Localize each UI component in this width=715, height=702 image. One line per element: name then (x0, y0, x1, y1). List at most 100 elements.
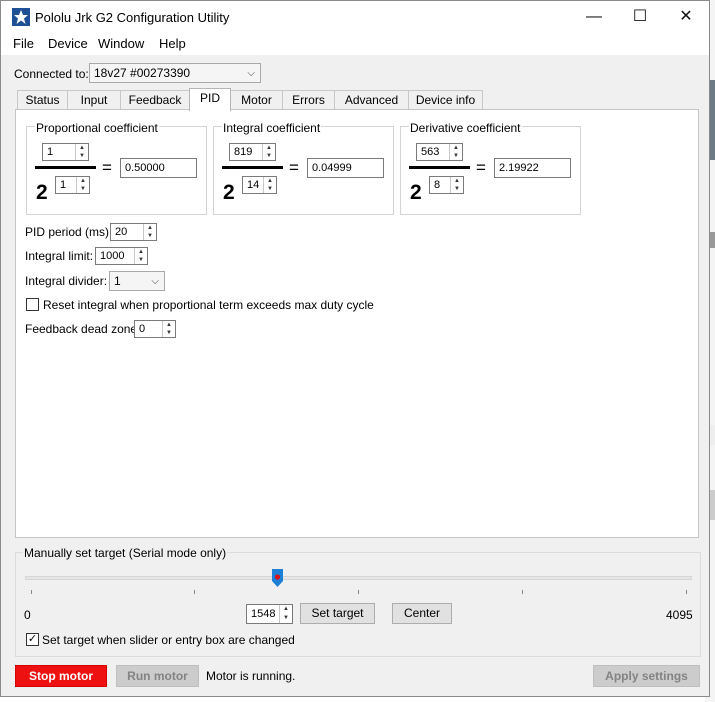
spinner-value: 8 (434, 179, 441, 191)
target-slider-track[interactable] (25, 576, 692, 580)
maximize-icon: ☐ (632, 8, 648, 25)
proportional-exponent-spinner[interactable]: 1 ▲ ▼ (55, 176, 90, 194)
slider-tick (194, 590, 195, 594)
derivative-exponent-spinner[interactable]: 8 ▲ ▼ (429, 176, 464, 194)
arrow-up-icon: ▲ (79, 145, 85, 151)
base-two: 2 (410, 181, 422, 204)
integral-limit-label: Integral limit: (25, 249, 94, 263)
spinner-arrows[interactable]: ▲ ▼ (450, 177, 463, 193)
tab-status[interactable]: Status (17, 90, 68, 111)
spinner-arrows[interactable]: ▲ ▼ (143, 224, 156, 240)
tab-feedback[interactable]: Feedback (120, 90, 190, 111)
stop-motor-button[interactable]: Stop motor (15, 665, 107, 687)
arrow-down-icon: ▼ (79, 153, 85, 159)
derivative-multiplier-spinner[interactable]: 563 ▲ ▼ (416, 143, 463, 161)
arrow-up-icon: ▲ (266, 145, 272, 151)
group-title: Derivative coefficient (409, 121, 522, 135)
integral-divider-label: Integral divider: (25, 274, 108, 288)
slider-tick (358, 590, 359, 594)
spinner-value: 0 (139, 323, 146, 335)
menu-file[interactable]: File (13, 36, 34, 51)
chevron-down-icon: ⌵ (151, 276, 159, 287)
proportional-multiplier-spinner[interactable]: 1 ▲ ▼ (42, 143, 89, 161)
integral-limit-spinner[interactable]: 1000 ▲ ▼ (95, 247, 148, 265)
connected-to-label: Connected to: (14, 67, 89, 81)
motor-status-text: Motor is running. (206, 669, 296, 683)
minimize-icon: — (586, 8, 602, 25)
center-button[interactable]: Center (392, 603, 452, 624)
arrow-down-icon: ▼ (80, 186, 86, 192)
menu-device[interactable]: Device (48, 36, 88, 51)
spinner-value: 14 (247, 179, 260, 191)
target-value-spinner[interactable]: 1548 ▲ ▼ (246, 604, 293, 624)
auto-set-target-checkbox[interactable]: ✓ (26, 633, 39, 646)
tab-input[interactable]: Input (67, 90, 121, 111)
dead-zone-label: Feedback dead zone: (25, 322, 141, 336)
device-select-value: 18v27 #00273390 (94, 66, 191, 80)
equals-sign: = (289, 158, 299, 177)
group-title: Integral coefficient (222, 121, 322, 135)
tab-advanced[interactable]: Advanced (334, 90, 409, 111)
spinner-arrows[interactable]: ▲ ▼ (75, 144, 88, 160)
equals-sign: = (102, 158, 112, 177)
tab-motor[interactable]: Motor (230, 90, 283, 111)
set-target-button[interactable]: Set target (300, 603, 375, 624)
arrow-down-icon: ▼ (453, 153, 459, 159)
run-motor-button[interactable]: Run motor (116, 665, 199, 687)
slider-tick (31, 590, 32, 594)
derivative-result[interactable]: 2.19922 (494, 158, 571, 178)
arrow-down-icon: ▼ (267, 186, 273, 192)
manual-target-title: Manually set target (Serial mode only) (23, 546, 228, 560)
auto-set-target-label: Set target when slider or entry box are … (42, 633, 295, 647)
spinner-arrows[interactable]: ▲ ▼ (162, 321, 175, 337)
base-two: 2 (36, 181, 48, 204)
equals-sign: = (476, 158, 486, 177)
minimize-button[interactable]: — (571, 1, 617, 33)
reset-integral-checkbox[interactable] (26, 298, 39, 311)
spinner-arrows[interactable]: ▲ ▼ (263, 177, 276, 193)
tab-pid[interactable]: PID (189, 88, 231, 111)
arrow-down-icon: ▼ (138, 257, 144, 263)
arrow-down-icon: ▼ (283, 615, 289, 621)
spinner-value: 1 (47, 146, 54, 158)
tab-errors[interactable]: Errors (282, 90, 335, 111)
integral-multiplier-spinner[interactable]: 819 ▲ ▼ (229, 143, 276, 161)
title-bar[interactable]: Pololu Jrk G2 Configuration Utility — ☐ … (1, 1, 709, 33)
proportional-result[interactable]: 0.50000 (120, 158, 197, 178)
maximize-button[interactable]: ☐ (617, 1, 663, 33)
dead-zone-spinner[interactable]: 0 ▲ ▼ (134, 320, 176, 338)
arrow-down-icon: ▼ (147, 233, 153, 239)
spinner-value: 563 (421, 146, 440, 158)
arrow-down-icon: ▼ (166, 330, 172, 336)
tab-device-info[interactable]: Device info (408, 90, 483, 111)
pid-period-spinner[interactable]: 20 ▲ ▼ (110, 223, 157, 241)
spinner-arrows[interactable]: ▲ ▼ (279, 605, 292, 623)
slider-min-label: 0 (24, 608, 31, 622)
arrow-down-icon: ▼ (454, 186, 460, 192)
spinner-value: 1548 (251, 608, 276, 620)
fraction-bar (409, 166, 470, 169)
menu-window[interactable]: Window (98, 36, 144, 51)
close-button[interactable]: ✕ (663, 1, 709, 33)
integral-result[interactable]: 0.04999 (307, 158, 384, 178)
menu-bar: File Device Window Help (1, 33, 709, 55)
spinner-arrows[interactable]: ▲ ▼ (449, 144, 462, 160)
check-icon: ✓ (27, 633, 38, 645)
spinner-arrows[interactable]: ▲ ▼ (134, 248, 147, 264)
menu-help[interactable]: Help (159, 36, 186, 51)
slider-tick (686, 590, 687, 594)
spinner-arrows[interactable]: ▲ ▼ (76, 177, 89, 193)
fraction-bar (222, 166, 283, 169)
arrow-up-icon: ▲ (453, 145, 459, 151)
integral-divider-value: 1 (114, 274, 121, 288)
window-title: Pololu Jrk G2 Configuration Utility (35, 10, 230, 25)
arrow-up-icon: ▲ (454, 178, 460, 184)
spinner-arrows[interactable]: ▲ ▼ (262, 144, 275, 160)
integral-exponent-spinner[interactable]: 14 ▲ ▼ (242, 176, 277, 194)
apply-settings-button[interactable]: Apply settings (593, 665, 700, 687)
spinner-value: 1 (60, 179, 67, 191)
integral-divider-select[interactable]: 1 ⌵ (109, 271, 165, 291)
app-window: Pololu Jrk G2 Configuration Utility — ☐ … (0, 0, 710, 697)
device-select[interactable]: 18v27 #00273390 ⌵ (89, 63, 261, 83)
target-slider-thumb[interactable] (271, 569, 283, 587)
